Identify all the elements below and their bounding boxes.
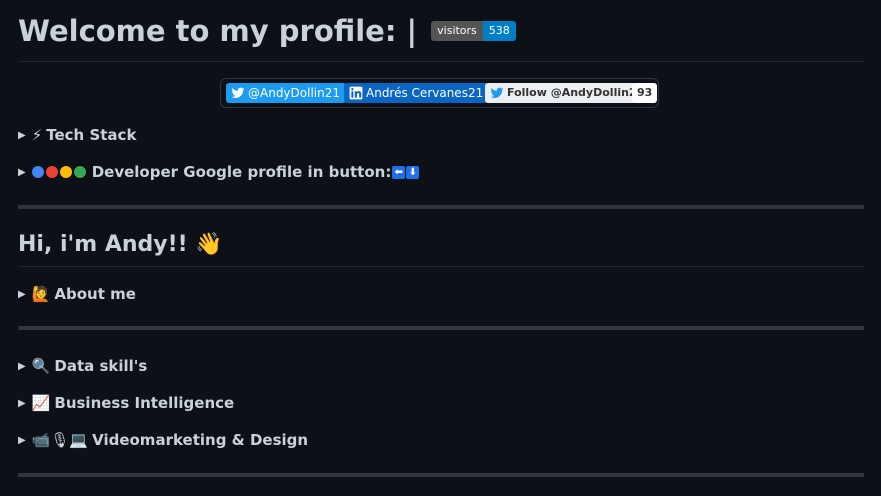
twitter-bird-icon [490,87,504,99]
disclosure-triangle-icon: ▶ [18,397,26,409]
linkedin-icon [349,86,363,100]
details-tech-stack[interactable]: ▶ ⚡ Tech Stack [18,126,136,144]
details-business-intelligence[interactable]: ▶ 📈 Business Intelligence [18,394,234,412]
magnifier-icon: 🔍 [31,357,51,375]
disclosure-triangle-icon: ▶ [18,166,26,178]
down-arrow-icon: ⬇ [406,165,420,179]
details-about-me[interactable]: ▶ 🙋 About me [18,285,136,303]
disclosure-triangle-icon: ▶ [18,360,26,372]
blue-circle-icon [31,166,44,178]
linkedin-name: Andrés Cervanes21 [366,86,484,100]
twitter-bird-icon [231,87,245,99]
about-me-label: About me [54,285,136,303]
business-intelligence-label: Business Intelligence [54,394,235,412]
visitors-badge-label: visitors [431,21,483,41]
red-circle-icon [45,166,58,178]
yellow-circle-icon [59,166,72,178]
greeting-divider [18,266,864,267]
page-title: Welcome to my profile: | visitors 538 [18,14,516,48]
section-divider [18,473,864,477]
videomarketing-label: Videomarketing & Design [92,431,309,449]
green-circle-icon [73,166,86,178]
lightning-icon: ⚡ [31,126,43,144]
details-data-skills[interactable]: ▶ 🔍 Data skill's [18,357,147,375]
disclosure-triangle-icon: ▶ [18,129,26,141]
greeting-heading: Hi, i'm Andy!! 👋 [18,232,223,257]
google-profile-label: Developer Google profile in button: [91,163,392,181]
twitter-handle: @AndyDollin21 [248,86,340,100]
visitors-badge[interactable]: visitors 538 [431,21,516,41]
camera-mic-laptop-icon: 📹🎙💻 [31,431,89,449]
section-divider [18,326,864,330]
chart-increasing-icon: 📈 [31,394,51,412]
social-buttons-box: @AndyDollin21 Andrés Cervanes21 Follow @… [220,78,659,108]
page-title-text: Welcome to my profile: | [18,14,418,48]
details-videomarketing[interactable]: ▶ 📹🎙💻 Videomarketing & Design [18,431,308,449]
follower-count: 93 [632,83,658,103]
person-raising-hand-icon: 🙋 [31,285,51,303]
left-arrow-icon: ⬅ [392,165,406,179]
data-skills-label: Data skill's [54,357,148,375]
linkedin-button[interactable]: Andrés Cervanes21 [344,83,490,103]
tech-stack-label: Tech Stack [46,126,137,144]
twitter-follow-button[interactable]: Follow @AndyDollin21 [485,83,651,103]
greeting-text: Hi, i'm Andy!! [18,232,188,257]
follow-label: Follow @AndyDollin21 [507,86,645,99]
twitter-button[interactable]: @AndyDollin21 [226,83,346,103]
title-divider [18,61,864,62]
details-google-profile[interactable]: ▶ Developer Google profile in button: ⬅ … [18,163,420,181]
visitors-badge-count: 538 [482,21,516,41]
waving-hand-icon: 👋 [195,232,223,257]
section-divider [18,205,864,209]
disclosure-triangle-icon: ▶ [18,434,26,446]
disclosure-triangle-icon: ▶ [18,288,26,300]
